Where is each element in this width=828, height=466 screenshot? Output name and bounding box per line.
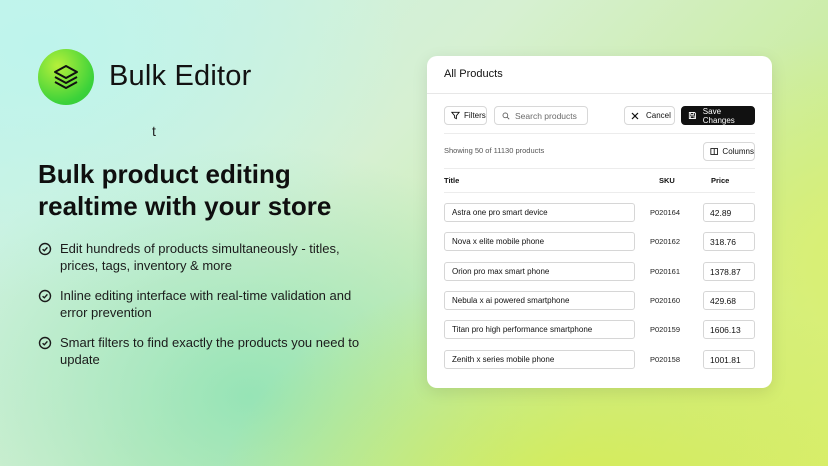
price-input[interactable]: 1378.87 (703, 262, 755, 281)
columns-button[interactable]: Columns (703, 142, 755, 161)
sku-cell: P020164 (650, 208, 681, 217)
headline-line-1: Bulk product editing (38, 159, 291, 189)
feature-text: Inline editing interface with real-time … (60, 288, 352, 320)
title-input[interactable]: Nova x elite mobile phone (444, 232, 635, 251)
sku-cell: P020161 (650, 267, 681, 276)
feature-item: Smart filters to find exactly the produc… (38, 334, 368, 368)
filters-button[interactable]: Filters (444, 106, 487, 125)
divider (444, 192, 755, 193)
columns-icon (710, 148, 719, 155)
divider (427, 93, 772, 94)
title-input[interactable]: Orion pro max smart phone (444, 262, 635, 281)
search-icon (502, 112, 510, 119)
headline: Bulk product editing realtime with your … (38, 158, 378, 222)
feature-item: Inline editing interface with real-time … (38, 287, 368, 321)
price-input[interactable]: 1606.13 (703, 320, 755, 339)
layers-icon (54, 65, 78, 89)
table-row: Nebula x ai powered smartphone P020160 4… (444, 291, 755, 310)
check-circle-icon (38, 242, 52, 256)
price-input[interactable]: 318.76 (703, 232, 755, 251)
panel-title: All Products (444, 68, 503, 80)
filter-icon (451, 111, 460, 120)
table-row: Astra one pro smart device P020164 42.89 (444, 203, 755, 222)
sku-cell: P020162 (650, 237, 681, 246)
table-row: Titan pro high performance smartphone P0… (444, 320, 755, 339)
stray-character: t (152, 123, 156, 139)
search-field[interactable] (494, 106, 588, 125)
title-input[interactable]: Zenith x series mobile phone (444, 350, 635, 369)
search-input[interactable] (515, 110, 587, 121)
title-input[interactable]: Titan pro high performance smartphone (444, 320, 635, 339)
column-header-sku[interactable]: SKU (659, 176, 675, 185)
feature-item: Edit hundreds of products simultaneously… (38, 240, 368, 274)
close-icon (631, 112, 639, 119)
cancel-button[interactable]: Cancel (624, 106, 675, 125)
divider (444, 168, 755, 169)
products-panel: All Products Filters Cancel Save Changes… (427, 56, 772, 388)
sku-cell: P020159 (650, 325, 681, 334)
sku-cell: P020158 (650, 355, 681, 364)
cancel-label: Cancel (646, 111, 671, 120)
price-input[interactable]: 1001.81 (703, 350, 755, 369)
save-changes-button[interactable]: Save Changes (681, 106, 755, 125)
feature-list: Edit hundreds of products simultaneously… (38, 240, 368, 381)
price-input[interactable]: 429.68 (703, 291, 755, 310)
app-logo (38, 49, 94, 105)
divider (444, 133, 755, 134)
sku-cell: P020160 (650, 296, 681, 305)
headline-line-2: realtime with your store (38, 191, 332, 221)
table-row: Zenith x series mobile phone P020158 100… (444, 350, 755, 369)
column-header-price[interactable]: Price (711, 176, 729, 185)
save-changes-label: Save Changes (702, 106, 735, 125)
columns-label: Columns (722, 147, 754, 156)
check-circle-icon (38, 336, 52, 350)
save-icon (688, 111, 696, 120)
feature-text: Smart filters to find exactly the produc… (60, 335, 360, 367)
filters-label: Filters (464, 111, 486, 120)
title-input[interactable]: Astra one pro smart device (444, 203, 635, 222)
title-input[interactable]: Nebula x ai powered smartphone (444, 291, 635, 310)
feature-text: Edit hundreds of products simultaneously… (60, 241, 340, 273)
table-row: Nova x elite mobile phone P020162 318.76 (444, 232, 755, 251)
result-count: Showing 50 of 11130 products (444, 146, 545, 155)
table-row: Orion pro max smart phone P020161 1378.8… (444, 262, 755, 281)
brand-name: Bulk Editor (109, 60, 252, 92)
price-input[interactable]: 42.89 (703, 203, 755, 222)
check-circle-icon (38, 289, 52, 303)
column-header-title[interactable]: Title (444, 176, 459, 185)
